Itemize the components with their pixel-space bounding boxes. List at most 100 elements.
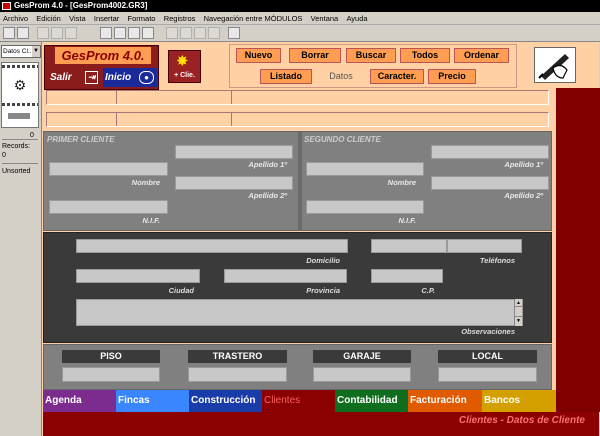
nombre-field-1[interactable] [49, 162, 168, 176]
tab-bancos[interactable]: Bancos [482, 390, 556, 412]
toolbar-tool-8[interactable] [208, 27, 220, 39]
nombre-field-2[interactable] [306, 162, 424, 176]
telefono2-field[interactable] [447, 239, 522, 253]
cp-label: C.P. [421, 286, 435, 295]
telefono1-field[interactable] [371, 239, 447, 253]
apellido1-field-2[interactable] [431, 145, 549, 159]
property-types-section: PISO TRASTERO GARAJE LOCAL [43, 344, 552, 390]
garaje-field[interactable] [313, 367, 411, 382]
nif-field-2[interactable] [306, 200, 424, 214]
menu-ayuda[interactable]: Ayuda [343, 12, 370, 25]
observaciones-field[interactable]: ▲ ▼ [76, 299, 523, 326]
inicio-button[interactable]: Inicio ● [103, 68, 157, 87]
record-slider[interactable] [8, 113, 30, 119]
local-title: LOCAL [438, 350, 537, 363]
app-icon [2, 2, 11, 10]
toolbar-tool-2[interactable] [114, 27, 126, 39]
nif-label-2: N.I.F. [398, 216, 416, 225]
datos-button[interactable]: Datos [315, 69, 367, 84]
hand-pen-icon[interactable] [534, 47, 576, 83]
scroll-up-icon[interactable]: ▲ [515, 299, 522, 307]
toolbar-tool-7[interactable] [194, 27, 206, 39]
menu-registros[interactable]: Registros [161, 12, 199, 25]
toolbar-tool-4[interactable] [142, 27, 154, 39]
toolbar [0, 25, 600, 42]
salir-label: Salir [50, 72, 72, 83]
exit-door-icon: ⇥ [85, 71, 98, 84]
paste-icon[interactable] [65, 27, 77, 39]
menu-insertar[interactable]: Insertar [91, 12, 122, 25]
home-icon: ● [139, 71, 154, 84]
layout-selector[interactable]: Datos Cl... ▼ [1, 45, 41, 58]
scroll-down-icon[interactable]: ▼ [515, 316, 522, 324]
salir-button[interactable]: Salir ⇥ [48, 68, 100, 87]
segundo-cliente-title: SEGUNDO CLIENTE [304, 135, 381, 144]
local-field[interactable] [438, 367, 537, 382]
inicio-label: Inicio [105, 72, 132, 83]
menu-bar: Archivo Edición Vista Insertar Formato R… [0, 12, 600, 25]
cut-icon[interactable] [37, 27, 49, 39]
title-bar: GesProm 4.0 - [GesProm4002.GR3] [0, 0, 600, 12]
observaciones-scrollbar[interactable]: ▲ ▼ [514, 299, 522, 326]
copy-icon[interactable] [51, 27, 63, 39]
toolbar-tool-6[interactable] [180, 27, 192, 39]
toolbar-tool-3[interactable] [128, 27, 140, 39]
sort-status: Unsorted [2, 168, 31, 175]
tab-clientes[interactable]: Clientes [262, 390, 335, 412]
apellido2-field-2[interactable] [431, 176, 549, 190]
record-navigator[interactable]: ⚙ [1, 62, 39, 128]
observaciones-label: Observaciones [461, 327, 515, 336]
left-panel: Datos Cl... ▼ ⚙ 0 Records: 0 Unsorted [0, 42, 42, 436]
status-text: Clientes - Datos de Cliente [458, 415, 585, 426]
window-title: GesProm 4.0 - [GesProm4002.GR3] [14, 1, 148, 10]
apellido1-label-1: Apellido 1º [248, 160, 287, 169]
toolbar-tool-5[interactable] [166, 27, 178, 39]
ciudad-label: Ciudad [168, 286, 194, 295]
piso-field[interactable] [62, 367, 160, 382]
menu-vista[interactable]: Vista [66, 12, 89, 25]
menu-formato[interactable]: Formato [125, 12, 159, 25]
right-bar [556, 88, 600, 412]
menu-archivo[interactable]: Archivo [0, 12, 31, 25]
apellido2-label-2: Apellido 2º [504, 191, 543, 200]
film-stripe-bottom [2, 103, 38, 106]
buscar-button[interactable]: Buscar [346, 48, 396, 63]
domicilio-field[interactable] [76, 239, 348, 253]
records-value: 0 [2, 152, 6, 159]
records-info: Records: 0 [2, 142, 30, 160]
save-icon[interactable] [3, 27, 15, 39]
listado-button[interactable]: Listado [260, 69, 312, 84]
menu-navegacion[interactable]: Navegación entre MÓDULOS [201, 12, 306, 25]
apellido2-label-1: Apellido 2º [248, 191, 287, 200]
trastero-field[interactable] [188, 367, 287, 382]
ordenar-button[interactable]: Ordenar [454, 48, 509, 63]
borrar-button[interactable]: Borrar [289, 48, 341, 63]
apellido1-field-1[interactable] [175, 145, 293, 159]
apellido2-field-1[interactable] [175, 176, 293, 190]
nuevo-button[interactable]: Nuevo [236, 48, 281, 63]
tab-construccion[interactable]: Construcción [189, 390, 262, 412]
caracter-button[interactable]: Caracter. [370, 69, 424, 84]
telefonos-label: Teléfonos [479, 256, 515, 265]
ciudad-field[interactable] [76, 269, 200, 283]
tab-agenda[interactable]: Agenda [43, 390, 116, 412]
new-client-label: + Clie. [174, 72, 195, 79]
tab-contabilidad-label: Contabilidad [337, 395, 398, 406]
todos-button[interactable]: Todos [400, 48, 450, 63]
new-client-button[interactable]: ✸ + Clie. [168, 50, 201, 83]
tab-contabilidad[interactable]: Contabilidad [335, 390, 408, 412]
provincia-field[interactable] [224, 269, 347, 283]
print-icon[interactable] [17, 27, 29, 39]
precio-button[interactable]: Precio [428, 69, 476, 84]
tab-construccion-label: Construcción [191, 395, 256, 406]
chevron-down-icon[interactable]: ▼ [32, 46, 40, 57]
film-stripe-top [2, 65, 38, 68]
cp-field[interactable] [371, 269, 443, 283]
help-icon[interactable] [228, 27, 240, 39]
toolbar-tool-1[interactable] [100, 27, 112, 39]
menu-edicion[interactable]: Edición [33, 12, 64, 25]
nif-field-1[interactable] [49, 200, 168, 214]
tab-facturacion[interactable]: Facturación [408, 390, 482, 412]
tab-fincas[interactable]: Fincas [116, 390, 189, 412]
menu-ventana[interactable]: Ventana [308, 12, 342, 25]
